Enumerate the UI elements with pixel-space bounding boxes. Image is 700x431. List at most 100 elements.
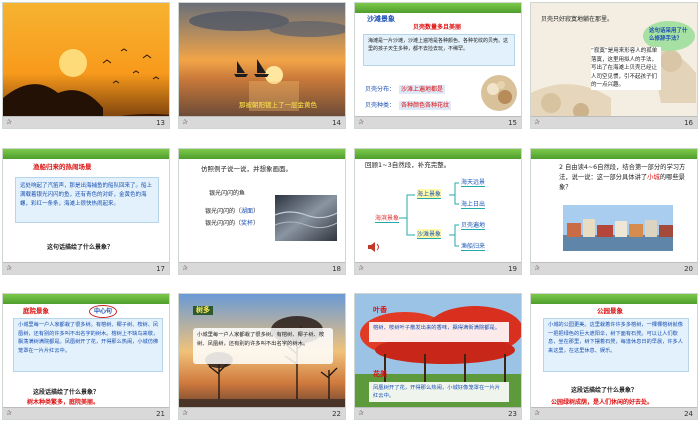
shells-image — [481, 75, 517, 111]
slide-header-band — [355, 3, 521, 13]
waterfront-town-image — [563, 205, 673, 251]
star-icon: ✰ — [358, 409, 364, 417]
text-box: 小城里每一户人家都栽了很多树。有榕树、椰子树、桉树、凤凰树，还有别的许多叫不出名… — [193, 328, 333, 364]
star-icon: ✰ — [534, 409, 540, 417]
star-icon: ✰ — [534, 118, 540, 126]
text-box: 远处响起了汽笛声，那是出海捕鱼的船队回来了。船上满载着银光闪闪的鱼，还有青色的对… — [15, 177, 159, 223]
slide-question: 这段话描绘了什么景象？ — [571, 387, 638, 394]
star-icon: ✰ — [182, 118, 188, 126]
slide-prompt: 2 自由读4~6自然段，结合第一部分的学习方法，说一说：这一部分具体讲了小城的哪… — [559, 164, 686, 191]
slide-answer: 树木种类繁多，庭院美丽。 — [27, 399, 100, 406]
slide-body: 小城的公园更美。这里栽着许许多多榕树，一棵棵榕树就像一把把绿色的巨大遮阳伞，树下… — [548, 322, 683, 354]
slide-header-band — [531, 294, 697, 304]
star-icon: ✰ — [534, 264, 540, 272]
star-icon: ✰ — [6, 118, 12, 126]
slide-caption: 那被朝阳镀上了一层金黄色 — [239, 101, 317, 109]
slide-body: 海滩是一片沙滩，沙滩上遍地是各种颜色、各种花纹的贝壳。这里的孩子天生多种，都不去… — [368, 38, 509, 52]
slide-text-1: 贝壳只好寂寞地躺在那里。 — [541, 16, 614, 23]
slide-title: 庭院景象 — [23, 307, 49, 315]
sunset-rocks-image — [3, 3, 169, 128]
slide-text-2: 凤凰树开了花，开得那么热闹，小城好像笼罩在一片片红云中。 — [373, 385, 501, 399]
slide-thumbnail-15[interactable]: 沙滩景象 贝壳数量多且美丽 海滩是一片沙滩，沙滩上遍地是各种颜色、各种花纹的贝壳… — [354, 2, 522, 129]
slide-number: 14 — [332, 119, 341, 127]
slide-thumbnail-14[interactable]: 那被朝阳镀上了一层金黄色 ✰ 14 — [178, 2, 346, 129]
slide-number: 16 — [684, 119, 693, 127]
slide-footer: ✰ 22 — [179, 407, 345, 419]
slide-thumbnail-18[interactable]: 仿照例子说一说，并想象画面。 银光闪闪的鱼 银光闪闪的（湖面） 银光闪闪的（奖杯… — [178, 148, 346, 275]
label-flower-beauty: 花美 — [373, 370, 387, 378]
slide-footer: ✰ 14 — [179, 116, 345, 128]
slide-footer: ✰ 21 — [3, 407, 169, 419]
slide-header-band — [3, 294, 169, 304]
slide-footer: ✰ 16 — [531, 116, 697, 128]
slide-footer: ✰ 20 — [531, 262, 697, 274]
slide-number: 23 — [508, 410, 517, 418]
connector-lines — [399, 182, 459, 247]
slide-number: 21 — [156, 410, 165, 418]
slide-footer: ✰ 24 — [531, 407, 697, 419]
text-box-2: 凤凰树开了花，开得那么热闹，小城好像笼罩在一片片红云中。 — [369, 382, 509, 402]
bubble-text: 这句话采用了什么修辞手法？ — [649, 28, 688, 42]
slide-body: 小城里每一户人家都栽了很多树。有榕树、椰子树、桉树、凤凰树，还有别的许多叫不出名… — [18, 322, 159, 354]
label-2: 贝壳种类： — [365, 102, 396, 109]
slide-subtitle: 贝壳数量多且美丽 — [413, 24, 462, 31]
value-1: 沙滩上遍地都是 — [399, 85, 446, 94]
slide-footer: ✰ 17 — [3, 262, 169, 274]
fill-line-1: 银光闪闪的（湖面） — [205, 208, 260, 215]
slide-number: 17 — [156, 265, 165, 273]
text-box: 小城里每一户人家都栽了很多树。有榕树、椰子树、桉树、凤凰树，还有别的许多叫不出名… — [13, 318, 163, 372]
slide-thumbnail-16[interactable]: 贝壳只好寂寞地躺在那里。 这句话采用了什么修辞手法？ “寂寞”是用来形容人的孤单… — [530, 2, 698, 129]
tree-mid-1: 海上景象 — [417, 189, 442, 199]
slide-title: 渔船归来的热闹场景 — [33, 163, 92, 171]
fill-line-2: 银光闪闪的（奖杯） — [205, 220, 260, 227]
star-icon: ✰ — [6, 409, 12, 417]
slide-thumbnail-20[interactable]: 2 自由读4~6自然段，结合第一部分的学习方法，说一说：这一部分具体讲了小城的哪… — [530, 148, 698, 275]
slide-footer: ✰ 23 — [355, 407, 521, 419]
slide-thumbnail-24[interactable]: 公园景象 小城的公园更美。这里栽着许许多多榕树，一棵棵榕树就像一把把绿色的巨大遮… — [530, 293, 698, 420]
tree-leaf-1: 海天远景 — [461, 177, 486, 187]
slide-footer: ✰ 18 — [179, 262, 345, 274]
tree-root: 海滨景象 — [375, 213, 400, 223]
slide-question: 这段话描绘了什么景象？ — [33, 389, 100, 396]
slide-body: 小城里每一户人家都栽了很多树。有榕树、椰子树、桉树、凤凰树，还有别的许多叫不出名… — [197, 332, 325, 347]
slide-number: 18 — [332, 265, 341, 273]
slide-footer: ✰ 19 — [355, 262, 521, 274]
star-icon: ✰ — [182, 264, 188, 272]
slide-thumbnail-13[interactable]: ✰ 13 — [2, 2, 170, 129]
example-line: 银光闪闪的鱼 — [209, 190, 246, 197]
text-box-1: 榕树、桉树叶子散发出来的香味，飘得满街满院都是。 — [369, 322, 509, 342]
slide-title: 树多 — [193, 306, 213, 315]
tree-leaf-2: 海上日出 — [461, 199, 486, 209]
slide-prompt: 仿照例子说一说，并想象画面。 — [201, 165, 292, 173]
slide-thumbnail-19[interactable]: 回顾1~3自然段，补充完整。 海滨景象 海上景象 沙滩景象 海天远景 海上日出 … — [354, 148, 522, 275]
value-2: 各种颜色各种花纹 — [399, 101, 452, 110]
star-icon: ✰ — [358, 264, 364, 272]
slide-number: 24 — [684, 410, 693, 418]
slide-thumbnail-21[interactable]: 庭院景象 中心句 小城里每一户人家都栽了很多树。有榕树、椰子树、桉树、凤凰树，还… — [2, 293, 170, 420]
sea-sunrise-image — [179, 3, 345, 128]
star-icon: ✰ — [182, 409, 188, 417]
slide-title: 公园景象 — [597, 307, 623, 315]
label-leaf-fragrance: 叶香 — [373, 306, 387, 314]
label-1: 贝壳分布： — [365, 86, 396, 93]
center-sentence-tag: 中心句 — [89, 305, 118, 318]
slide-header-band — [531, 149, 697, 159]
text-box: 小城的公园更美。这里栽着许许多多榕树，一棵棵榕树就像一把把绿色的巨大遮阳伞，树下… — [543, 318, 689, 372]
slide-thumbnail-23[interactable]: 叶香 榕树、桉树叶子散发出来的香味，飘得满街满院都是。 花美 凤凰树开了花，开得… — [354, 293, 522, 420]
tree-leaf-3: 贝壳遍地 — [461, 220, 486, 230]
water-image — [275, 195, 337, 241]
tree-leaf-4: 渔船归来 — [461, 241, 486, 251]
slide-footer: ✰ 15 — [355, 116, 521, 128]
slide-thumbnail-17[interactable]: 渔船归来的热闹场景 远处响起了汽笛声，那是出海捕鱼的船队回来了。船上满载着银光闪… — [2, 148, 170, 275]
tree-mid-2: 沙滩景象 — [417, 229, 442, 239]
slide-sorter-grid: ✰ 13 那被朝阳镀上了一层金黄色 ✰ 14 沙滩景象 贝壳数量多且美丽 海滩是一片… — [0, 0, 700, 431]
slide-header-band — [179, 149, 345, 159]
slide-footer: ✰ 13 — [3, 116, 169, 128]
star-icon: ✰ — [6, 264, 12, 272]
speaker-icon[interactable] — [367, 241, 381, 253]
slide-body: 远处响起了汽笛声，那是出海捕鱼的船队回来了。船上满载着银光闪闪的鱼，还有青色的对… — [20, 183, 153, 207]
slide-text-2: “寂寞”是用来形容人的孤单落寞，这里用拟人的手法，写出了在海滩上贝壳已经让人司空… — [591, 47, 661, 90]
slide-thumbnail-22[interactable]: 树多 小城里每一户人家都栽了很多树。有榕树、椰子树、桉树、凤凰树，还有别的许多叫… — [178, 293, 346, 420]
slide-title: 沙滩景象 — [367, 15, 395, 23]
slide-question: 这句话描绘了什么景象？ — [47, 244, 114, 251]
